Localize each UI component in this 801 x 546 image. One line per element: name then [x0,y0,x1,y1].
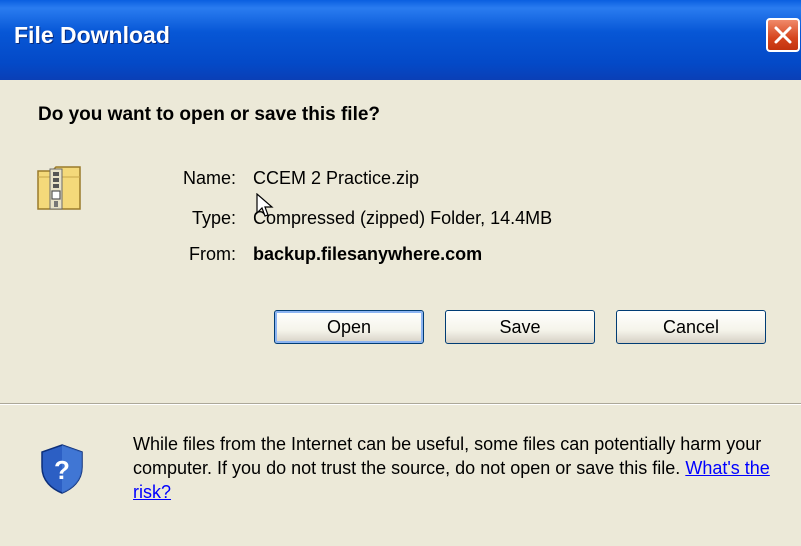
window-title: File Download [14,22,170,48]
warning-message: While files from the Internet can be use… [133,432,783,504]
title-bar[interactable]: File Download [0,0,801,80]
open-button[interactable]: Open [274,310,424,344]
close-icon [774,26,792,44]
warning-text: While files from the Internet can be use… [133,434,762,478]
dialog-body: Do you want to open or save this file? N… [0,80,801,403]
type-label: Type: [191,208,236,228]
dialog-question: Do you want to open or save this file? [38,104,381,125]
zip-folder-icon [37,166,81,210]
svg-text:?: ? [54,455,70,485]
save-button[interactable]: Save [445,310,595,344]
shield-question-icon: ? [41,444,83,494]
source-host-value: backup.filesanywhere.com [253,244,483,264]
cancel-button[interactable]: Cancel [616,310,766,344]
from-label: From: [189,244,236,264]
security-warning-panel: ? While files from the Internet can be u… [0,405,801,546]
mouse-pointer-icon [256,193,274,217]
close-button[interactable] [766,18,800,52]
file-name-value: CCEM 2 Practice.zip [253,168,420,188]
file-type-value: Compressed (zipped) Folder, 14.4MB [253,208,553,228]
name-label: Name: [182,168,236,188]
